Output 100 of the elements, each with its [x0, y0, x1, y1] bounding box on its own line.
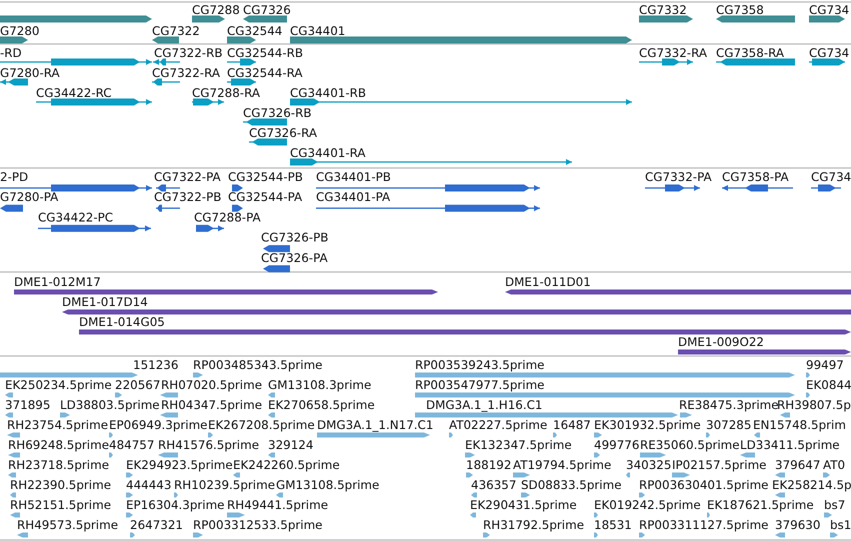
- feature-glyph[interactable]: [174, 492, 178, 498]
- feature-glyph[interactable]: [268, 412, 275, 418]
- feature-glyph[interactable]: [639, 532, 645, 538]
- feature-glyph[interactable]: [156, 184, 180, 192]
- feature-glyph[interactable]: [780, 412, 790, 418]
- feature-glyph[interactable]: [639, 16, 693, 22]
- feature-glyph[interactable]: [227, 36, 256, 44]
- feature-glyph[interactable]: [449, 432, 453, 438]
- feature-glyph[interactable]: [809, 58, 845, 66]
- feature-glyph[interactable]: [824, 512, 832, 518]
- feature-glyph[interactable]: [232, 184, 243, 192]
- feature-glyph[interactable]: [227, 78, 256, 86]
- feature-glyph[interactable]: [521, 492, 530, 498]
- feature-glyph[interactable]: [672, 472, 690, 478]
- feature-glyph[interactable]: [126, 472, 133, 478]
- feature-glyph[interactable]: [5, 412, 13, 418]
- feature-glyph[interactable]: [60, 412, 70, 418]
- feature-glyph[interactable]: [706, 432, 710, 438]
- feature-glyph[interactable]: [290, 158, 572, 166]
- feature-glyph[interactable]: [316, 204, 540, 212]
- feature-glyph[interactable]: [160, 392, 178, 398]
- feature-glyph[interactable]: [513, 472, 530, 478]
- feature-glyph[interactable]: [268, 452, 275, 458]
- feature-glyph[interactable]: [0, 36, 28, 44]
- feature-glyph[interactable]: [640, 452, 666, 458]
- feature-glyph[interactable]: [716, 58, 795, 66]
- feature-glyph[interactable]: [483, 532, 490, 538]
- feature-glyph[interactable]: [160, 412, 178, 418]
- feature-glyph[interactable]: [594, 452, 600, 458]
- feature-glyph[interactable]: [553, 432, 557, 438]
- feature-glyph[interactable]: [594, 512, 598, 518]
- feature-glyph[interactable]: [109, 432, 113, 438]
- feature-glyph[interactable]: [470, 512, 476, 518]
- feature-glyph[interactable]: [594, 432, 602, 438]
- feature-glyph[interactable]: [109, 452, 113, 458]
- feature-glyph[interactable]: [227, 512, 245, 518]
- feature-glyph[interactable]: [193, 372, 203, 378]
- feature-glyph[interactable]: [243, 118, 287, 126]
- feature-glyph[interactable]: [249, 138, 287, 146]
- feature-glyph[interactable]: [152, 78, 180, 86]
- feature-glyph[interactable]: [17, 532, 28, 538]
- feature-glyph[interactable]: [809, 16, 845, 22]
- feature-glyph[interactable]: [10, 492, 16, 498]
- feature-glyph[interactable]: [594, 532, 598, 538]
- feature-glyph[interactable]: [192, 98, 224, 106]
- feature-glyph[interactable]: [263, 265, 290, 272]
- feature-glyph[interactable]: [36, 98, 152, 106]
- feature-glyph[interactable]: [806, 392, 810, 398]
- feature-glyph[interactable]: [232, 204, 243, 212]
- feature-glyph[interactable]: [276, 492, 283, 498]
- feature-glyph[interactable]: [0, 184, 152, 192]
- feature-glyph[interactable]: [243, 16, 287, 22]
- feature-glyph[interactable]: [290, 98, 632, 106]
- feature-glyph[interactable]: [7, 432, 20, 438]
- feature-glyph[interactable]: [775, 472, 785, 478]
- feature-label: DME1-017D14: [62, 295, 148, 309]
- feature-glyph[interactable]: [471, 492, 477, 498]
- feature-glyph[interactable]: [263, 245, 290, 252]
- feature-glyph[interactable]: [806, 372, 810, 378]
- feature-glyph[interactable]: [115, 392, 122, 398]
- feature-glyph[interactable]: [38, 224, 151, 232]
- feature-glyph[interactable]: [830, 532, 838, 538]
- feature-glyph[interactable]: [680, 412, 692, 418]
- feature-glyph[interactable]: [5, 392, 13, 398]
- feature-glyph[interactable]: [130, 532, 135, 538]
- feature-glyph[interactable]: [754, 432, 760, 438]
- feature-glyph[interactable]: [740, 452, 755, 458]
- feature-glyph[interactable]: [8, 472, 16, 478]
- feature-glyph[interactable]: [722, 184, 793, 192]
- feature-glyph[interactable]: [233, 472, 240, 478]
- feature-glyph[interactable]: [775, 532, 785, 538]
- feature-glyph[interactable]: [811, 184, 841, 192]
- feature-glyph[interactable]: [466, 472, 473, 478]
- feature-glyph[interactable]: [10, 512, 20, 518]
- feature-label: RP003547977.5prime: [415, 378, 545, 392]
- feature-glyph[interactable]: [645, 184, 700, 192]
- feature-glyph[interactable]: [707, 512, 710, 518]
- feature-glyph[interactable]: [775, 492, 785, 498]
- feature-glyph[interactable]: [639, 492, 645, 498]
- feature-glyph[interactable]: [227, 58, 256, 66]
- feature-glyph[interactable]: [193, 532, 203, 538]
- feature-glyph[interactable]: [126, 492, 133, 498]
- feature-glyph[interactable]: [126, 512, 133, 518]
- feature-glyph[interactable]: [0, 78, 28, 86]
- feature-glyph[interactable]: [0, 204, 23, 212]
- feature-glyph[interactable]: [268, 392, 275, 398]
- feature-glyph[interactable]: [716, 16, 795, 22]
- feature-glyph[interactable]: [152, 36, 179, 44]
- feature-glyph[interactable]: [208, 432, 213, 438]
- feature-glyph[interactable]: [8, 452, 20, 458]
- feature-glyph[interactable]: [192, 16, 225, 22]
- feature-glyph[interactable]: [316, 184, 540, 192]
- feature-glyph[interactable]: [196, 224, 224, 232]
- feature-glyph[interactable]: [465, 452, 475, 458]
- feature-glyph[interactable]: [626, 472, 630, 478]
- feature-glyph[interactable]: [156, 204, 180, 212]
- feature-glyph[interactable]: [158, 452, 178, 458]
- feature-glyph[interactable]: [639, 58, 693, 66]
- feature-glyph[interactable]: [317, 432, 430, 438]
- feature-glyph[interactable]: [823, 472, 830, 478]
